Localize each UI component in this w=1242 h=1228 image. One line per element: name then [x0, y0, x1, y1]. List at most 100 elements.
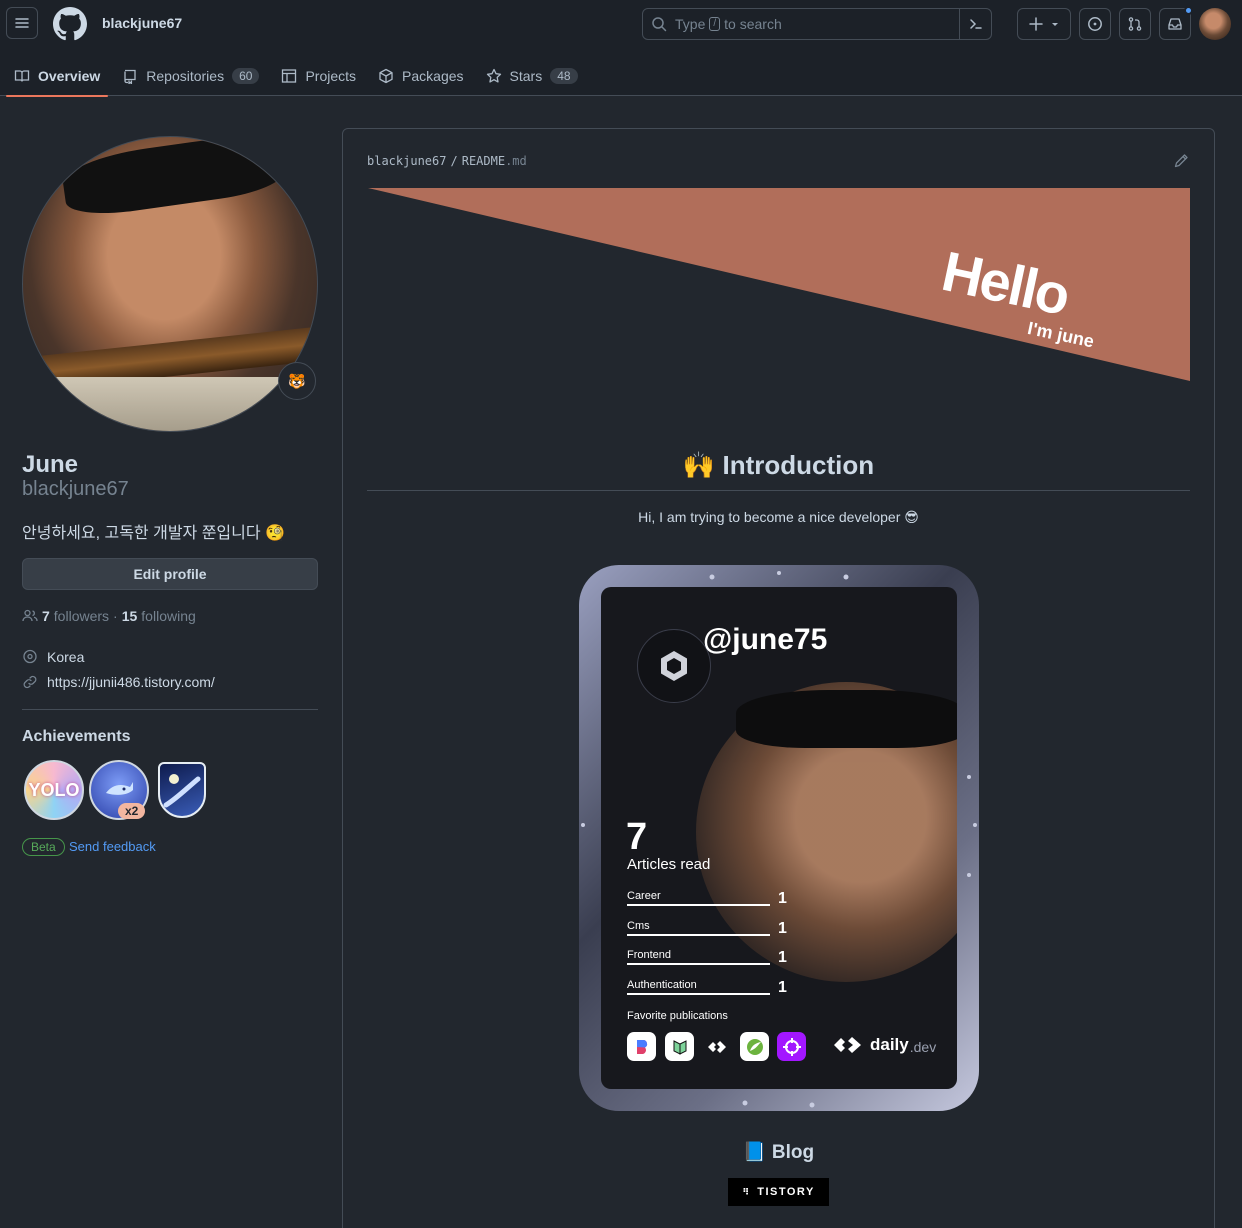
- location-text: Korea: [47, 649, 85, 665]
- status-emoji-button[interactable]: 🐯: [278, 362, 316, 400]
- tag-name: Authentication: [627, 979, 697, 991]
- search-placeholder-start: Type: [675, 16, 706, 32]
- tag-value: 1: [778, 920, 787, 937]
- create-new-button[interactable]: [1017, 8, 1071, 40]
- inbox-icon: [1168, 18, 1182, 30]
- achievement-galaxy-brain-badge[interactable]: [158, 762, 206, 818]
- articles-read-count: 7: [626, 816, 648, 858]
- following-link[interactable]: following: [141, 608, 195, 624]
- github-logo-icon[interactable]: [53, 7, 87, 41]
- pull-requests-button[interactable]: [1119, 8, 1151, 40]
- followers-count[interactable]: 7: [42, 608, 50, 624]
- hamburger-icon: [15, 18, 29, 28]
- tab-repositories-label: Repositories: [146, 68, 225, 84]
- location-icon: [23, 649, 37, 664]
- tag-bar: [627, 904, 770, 906]
- readme-path-file[interactable]: README: [462, 154, 505, 168]
- devcard-handle: @june75: [703, 623, 828, 656]
- tag-name: Frontend: [627, 949, 672, 961]
- avatar-robe-shape: [23, 377, 317, 431]
- terminal-icon: [969, 19, 982, 29]
- devcard-tag-row: Cms 1: [627, 916, 790, 937]
- profile-website[interactable]: https://jjunii486.tistory.com/: [22, 674, 215, 690]
- followers-link[interactable]: followers: [54, 608, 109, 624]
- profile-name: June: [22, 451, 79, 478]
- readme-path-ext: .md: [505, 154, 527, 168]
- profile-login: blackjune67: [22, 478, 129, 500]
- readme-path-owner[interactable]: blackjune67: [367, 154, 446, 168]
- crosshair-icon: [782, 1037, 801, 1056]
- menu-button[interactable]: [6, 7, 38, 39]
- unread-indicator: [1184, 6, 1193, 15]
- publication-book-icon: [665, 1032, 694, 1061]
- issue-opened-icon: [1088, 17, 1102, 31]
- introduction-divider: [367, 490, 1190, 491]
- tag-bar: [627, 993, 770, 995]
- introduction-heading: 🙌 Introduction: [682, 450, 875, 480]
- issues-button[interactable]: [1079, 8, 1111, 40]
- notifications-button[interactable]: [1159, 6, 1193, 40]
- sidebar-divider: [22, 709, 318, 710]
- galaxy-moon-icon: [163, 774, 201, 808]
- tag-value: 1: [778, 979, 787, 996]
- profile-location: Korea: [22, 649, 84, 665]
- dailydev-brand: daily .dev: [833, 1035, 936, 1055]
- search-shortcut-key: /: [709, 17, 721, 31]
- tab-overview[interactable]: Overview: [6, 56, 109, 97]
- command-palette-button[interactable]: [959, 9, 991, 39]
- tistory-badge-link[interactable]: ⠻ TISTORY: [728, 1178, 829, 1206]
- profile-owner-link[interactable]: blackjune67: [102, 15, 182, 31]
- profile-avatar[interactable]: [22, 136, 318, 432]
- follow-stats: 7 followers · 15 following: [22, 608, 196, 624]
- devcard-logo: [637, 629, 711, 703]
- dailydev-brand-main: daily: [870, 1035, 909, 1054]
- link-icon: [23, 675, 37, 689]
- search-icon: [652, 17, 667, 32]
- readme-path: blackjune67 / README.md: [367, 154, 527, 168]
- publication-target-icon: [777, 1032, 806, 1061]
- caret-down-icon: [1052, 23, 1058, 26]
- dailydev-brand-suffix: .dev: [909, 1038, 937, 1055]
- following-count[interactable]: 15: [122, 608, 138, 624]
- publication-spring-icon: [740, 1032, 769, 1061]
- website-link[interactable]: https://jjunii486.tistory.com/: [47, 674, 215, 690]
- table-icon: [282, 69, 297, 83]
- hexagon-logo-icon: [661, 651, 687, 681]
- devcard-tag-row: Career 1: [627, 886, 790, 907]
- edit-profile-button[interactable]: Edit profile: [22, 558, 318, 590]
- b-logo-icon: [636, 1039, 647, 1054]
- repositories-count: 60: [232, 68, 260, 84]
- user-avatar-menu[interactable]: [1199, 8, 1231, 40]
- package-icon: [379, 68, 393, 84]
- edit-readme-pencil-icon[interactable]: [1173, 153, 1189, 169]
- search-placeholder-end: to search: [724, 16, 782, 32]
- people-icon: [22, 609, 38, 622]
- profile-tabs: Overview Repositories 60 Projects Packag…: [0, 56, 586, 97]
- tag-name: Cms: [627, 920, 650, 932]
- send-feedback-link[interactable]: Send feedback: [69, 839, 156, 854]
- profile-bio: 안녕하세요, 고독한 개발자 쭌입니다 🧐: [22, 525, 285, 542]
- achievements-heading[interactable]: Achievements: [22, 728, 131, 746]
- tab-projects[interactable]: Projects: [273, 56, 364, 96]
- green-book-icon: [673, 1039, 686, 1055]
- git-pull-request-icon: [1128, 17, 1142, 31]
- tab-stars[interactable]: Stars 48: [478, 56, 586, 96]
- tab-repositories[interactable]: Repositories 60: [114, 56, 267, 96]
- tag-bar: [627, 963, 770, 965]
- avatar-hat-shape: [59, 137, 287, 221]
- achievement-yolo-badge[interactable]: YOLO: [24, 760, 84, 820]
- tistory-dots-icon: ⠻: [742, 1187, 750, 1197]
- tab-stars-label: Stars: [509, 68, 543, 84]
- shark-icon: [106, 782, 133, 795]
- tab-overview-label: Overview: [38, 68, 101, 84]
- tab-packages[interactable]: Packages: [370, 56, 471, 96]
- dailydev-logo-icon: [834, 1037, 861, 1053]
- readme-path-sep: /: [450, 154, 458, 168]
- tag-value: 1: [778, 949, 787, 966]
- search-input[interactable]: Type / to search: [642, 8, 992, 40]
- tag-bar: [627, 934, 770, 936]
- spring-leaf-icon: [746, 1038, 763, 1055]
- plus-icon: [1029, 17, 1043, 31]
- star-icon: [486, 68, 501, 83]
- blog-heading: 📘 Blog: [742, 1142, 815, 1163]
